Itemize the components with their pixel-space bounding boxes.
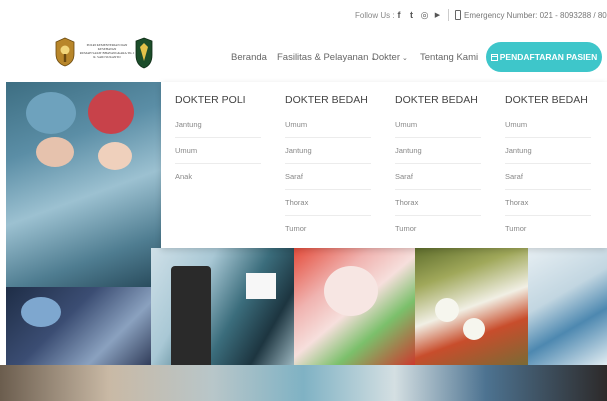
nav-dokter-label: Dokter bbox=[372, 52, 400, 63]
menu-item[interactable]: Thorax bbox=[285, 190, 371, 216]
menu-item[interactable]: Umum bbox=[175, 138, 261, 164]
menu-item[interactable]: Saraf bbox=[395, 164, 481, 190]
menu-item[interactable]: Umum bbox=[395, 112, 481, 138]
topbar-divider bbox=[448, 9, 449, 21]
menu-column-title: DOKTER BEDAH bbox=[395, 94, 478, 106]
hospital-name-logo-text: POLRI KEMENTERIAN DAN KESEHATAN RUMAH SA… bbox=[78, 43, 136, 59]
logo-text-line-3: R. SAID SUKANTO bbox=[93, 55, 121, 59]
menu-item[interactable]: Jantung bbox=[505, 138, 591, 164]
menu-item[interactable]: Saraf bbox=[285, 164, 371, 190]
menu-item[interactable]: Jantung bbox=[285, 138, 371, 164]
emergency-number: Emergency Number: 021 - 8093288 / 809055… bbox=[464, 11, 607, 20]
hospital-shield-logo[interactable] bbox=[135, 37, 153, 69]
nav-tentang-kami[interactable]: Tentang Kami bbox=[420, 52, 478, 63]
photo-strip-bottom bbox=[0, 365, 607, 401]
photo-pills bbox=[415, 248, 528, 365]
menu-item[interactable]: Thorax bbox=[395, 190, 481, 216]
menu-item[interactable]: Thorax bbox=[505, 190, 591, 216]
nav-dokter[interactable]: Dokter ⌄ bbox=[372, 52, 408, 63]
photo-surgeons bbox=[6, 82, 161, 287]
nav-fasilitas-pelayanan[interactable]: Fasilitas & Pelayanan ⌄ bbox=[277, 52, 376, 63]
twitter-icon[interactable]: t bbox=[407, 9, 416, 21]
photo-fruit-dessert bbox=[294, 248, 415, 365]
chevron-down-icon: ⌄ bbox=[401, 55, 408, 62]
menu-column-title: DOKTER BEDAH bbox=[285, 94, 368, 106]
calendar-icon bbox=[490, 53, 498, 61]
menu-item[interactable]: Tumor bbox=[285, 216, 371, 242]
nav-fasilitas-label: Fasilitas & Pelayanan bbox=[277, 52, 369, 63]
menu-item[interactable]: Jantung bbox=[175, 112, 261, 138]
menu-item[interactable]: Saraf bbox=[505, 164, 591, 190]
photo-medical-staff bbox=[528, 248, 607, 365]
menu-item[interactable]: Tumor bbox=[395, 216, 481, 242]
menu-item[interactable]: Umum bbox=[285, 112, 371, 138]
follow-us-label: Follow Us : bbox=[355, 11, 395, 20]
phone-icon bbox=[455, 10, 461, 20]
menu-item[interactable]: Umum bbox=[505, 112, 591, 138]
menu-item[interactable]: Anak bbox=[175, 164, 261, 190]
logo-text-line-1: POLRI KEMENTERIAN DAN KESEHATAN bbox=[86, 43, 128, 51]
photo-operating-room bbox=[6, 287, 154, 367]
menu-item[interactable]: Jantung bbox=[395, 138, 481, 164]
nav-beranda[interactable]: Beranda bbox=[231, 52, 267, 63]
dokter-mega-menu: DOKTER POLI Jantung Umum Anak DOKTER BED… bbox=[161, 82, 607, 248]
cta-label: PENDAFTARAN PASIEN bbox=[499, 52, 598, 62]
menu-item[interactable]: Tumor bbox=[505, 216, 591, 242]
menu-column-title: DOKTER POLI bbox=[175, 94, 246, 106]
youtube-icon[interactable]: ▶ bbox=[433, 9, 442, 21]
instagram-icon[interactable]: ◎ bbox=[420, 9, 429, 21]
pendaftaran-pasien-button[interactable]: PENDAFTARAN PASIEN bbox=[486, 42, 602, 72]
police-emblem-logo[interactable] bbox=[54, 37, 76, 67]
facebook-icon[interactable]: f bbox=[395, 9, 403, 21]
menu-column-title: DOKTER BEDAH bbox=[505, 94, 588, 106]
top-bar: Follow Us : f t ◎ ▶ Emergency Number: 02… bbox=[0, 0, 607, 32]
